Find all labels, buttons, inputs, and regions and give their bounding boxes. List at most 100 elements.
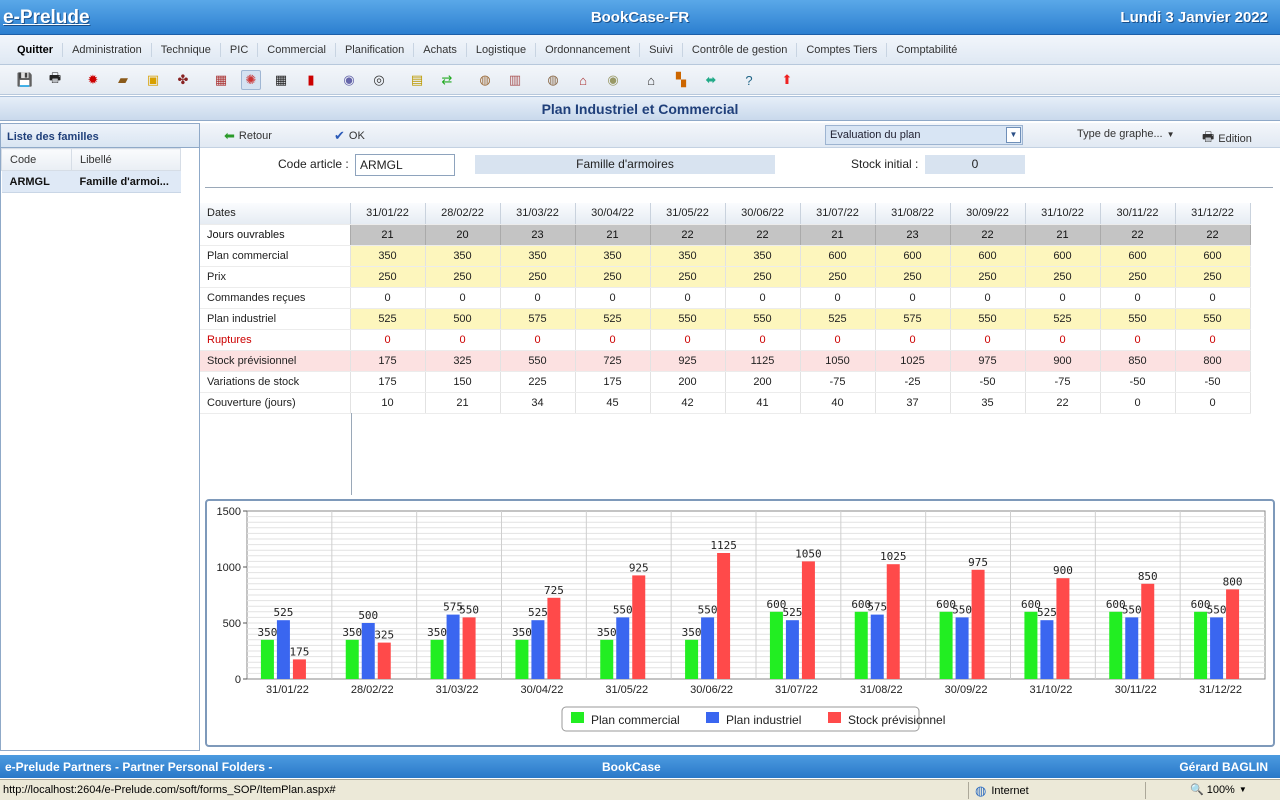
grid-cell[interactable]: 350	[725, 245, 801, 267]
menu-item-7[interactable]: Logistique	[467, 43, 537, 57]
col-code[interactable]: Code	[1, 148, 72, 171]
row-label: Plan commercial	[200, 245, 351, 267]
code-article-input[interactable]: ARMGL	[355, 154, 455, 176]
move-icon[interactable]: ⬌	[701, 70, 721, 90]
grid-cell: 150	[425, 371, 501, 393]
grid-cell[interactable]: 600	[1175, 245, 1251, 267]
menu-item-12[interactable]: Comptabilité	[887, 43, 966, 57]
table-icon[interactable]: ▦	[271, 70, 291, 90]
grid-cell[interactable]: 350	[350, 245, 426, 267]
chevron-down-icon[interactable]: ▼	[1239, 785, 1247, 794]
grid-cell: 0	[800, 329, 876, 351]
grid-cell[interactable]: 525	[350, 308, 426, 330]
factory-icon[interactable]: ⌂	[573, 70, 593, 90]
brown-disc-icon[interactable]: ◍	[543, 70, 563, 90]
yellow-disc-icon[interactable]: ◉	[603, 70, 623, 90]
grid-cell[interactable]: 550	[725, 308, 801, 330]
data-label: 1050	[795, 547, 822, 560]
y-tick-label: 1000	[217, 562, 241, 574]
ok-button[interactable]: ✔ OK	[334, 128, 365, 144]
grid-cell[interactable]: 250	[875, 266, 951, 288]
graph-type-menu[interactable]: Type de graphe... ▼	[1077, 128, 1175, 140]
evaluation-select[interactable]: Evaluation du plan ▼	[825, 125, 1023, 145]
grid-cell[interactable]: 600	[875, 245, 951, 267]
grid-cell[interactable]: 575	[875, 308, 951, 330]
network-icon[interactable]: ✤	[173, 70, 193, 90]
brand-logo[interactable]: e-Prelude	[3, 7, 90, 29]
menu-item-8[interactable]: Ordonnancement	[536, 43, 641, 57]
grid-cell: 10	[350, 392, 426, 414]
eye-icon[interactable]: ◉	[339, 70, 359, 90]
grid-cell[interactable]: 600	[1100, 245, 1176, 267]
grid-cell[interactable]: 600	[1025, 245, 1101, 267]
menu-item-5[interactable]: Planification	[336, 43, 415, 57]
menu-item-2[interactable]: Technique	[152, 43, 221, 57]
table-row[interactable]: ARMGL Famille d'armoi...	[1, 170, 181, 193]
transfer-icon[interactable]: ⇄	[437, 70, 457, 90]
menu-item-3[interactable]: PIC	[221, 43, 259, 57]
grid-cell[interactable]: 250	[1025, 266, 1101, 288]
app-title: BookCase-FR	[590, 9, 690, 26]
grid-cell[interactable]: 525	[1025, 308, 1101, 330]
menu-item-1[interactable]: Administration	[63, 43, 152, 57]
grid-cell[interactable]: 525	[575, 308, 651, 330]
grid-cell[interactable]: 250	[500, 266, 576, 288]
bar-plan-commercial	[515, 639, 529, 679]
book-icon[interactable]: ▰	[113, 70, 133, 90]
menu-item-10[interactable]: Contrôle de gestion	[683, 43, 798, 57]
menu-item-4[interactable]: Commercial	[258, 43, 336, 57]
grid-cell: 0	[950, 329, 1026, 351]
grid-cell[interactable]: 600	[800, 245, 876, 267]
up-arrow-icon[interactable]: ⬆	[777, 70, 797, 90]
grid-cell[interactable]: 250	[350, 266, 426, 288]
grid-cell[interactable]: 250	[725, 266, 801, 288]
target-icon[interactable]: ◎	[369, 70, 389, 90]
help-icon[interactable]: ?	[739, 70, 759, 90]
grid-cell[interactable]: 350	[500, 245, 576, 267]
gear-sun-icon[interactable]: ✺	[241, 70, 261, 90]
print-icon[interactable]: 🖶	[45, 70, 65, 90]
grid-cell[interactable]: 550	[650, 308, 726, 330]
grid-cell[interactable]: 550	[1100, 308, 1176, 330]
grid-cell[interactable]: 600	[950, 245, 1026, 267]
grid-cell[interactable]: 250	[950, 266, 1026, 288]
menu-item-11[interactable]: Comptes Tiers	[797, 43, 888, 57]
home-icon[interactable]: ⌂	[641, 70, 661, 90]
blocks-icon[interactable]: ▚	[671, 70, 691, 90]
bar-plan-industriel	[870, 614, 884, 679]
grid-cell[interactable]: 575	[500, 308, 576, 330]
back-button[interactable]: ⬅ Retour	[224, 128, 272, 144]
folder-a-icon[interactable]: ▣	[143, 70, 163, 90]
menu-item-0[interactable]: Quitter	[8, 43, 64, 57]
zoom-control[interactable]: 🔍 100% ▼	[1190, 783, 1247, 797]
bar-plan-commercial	[1194, 611, 1208, 679]
note-icon[interactable]: ▤	[407, 70, 427, 90]
grid-calc-icon[interactable]: ▦	[211, 70, 231, 90]
menu-item-9[interactable]: Suivi	[640, 43, 683, 57]
grid-cell[interactable]: 350	[650, 245, 726, 267]
grid-cell[interactable]: 350	[575, 245, 651, 267]
grid-cell[interactable]: 525	[800, 308, 876, 330]
edition-button[interactable]: 🖶 Edition	[1202, 128, 1252, 150]
family-label[interactable]: Famille d'armoi...	[71, 170, 181, 193]
grid-cell[interactable]: 550	[1175, 308, 1251, 330]
disc-icon[interactable]: ◍	[475, 70, 495, 90]
grid-cell[interactable]: 250	[425, 266, 501, 288]
grid-cell[interactable]: 250	[1175, 266, 1251, 288]
bug-red-icon[interactable]: ✹	[83, 70, 103, 90]
bar-chart-icon[interactable]: ▮	[301, 70, 321, 90]
menu-item-6[interactable]: Achats	[414, 43, 467, 57]
edition-label: Edition	[1218, 133, 1252, 145]
family-code[interactable]: ARMGL	[1, 170, 72, 193]
chevron-down-icon[interactable]: ▼	[1006, 127, 1021, 143]
grid-cell[interactable]: 350	[425, 245, 501, 267]
grid-cell[interactable]: 550	[950, 308, 1026, 330]
grid-cell[interactable]: 250	[800, 266, 876, 288]
save-icon[interactable]: 💾	[15, 70, 35, 90]
col-label[interactable]: Libellé	[71, 148, 181, 171]
grid-cell[interactable]: 250	[575, 266, 651, 288]
grid-cell[interactable]: 250	[650, 266, 726, 288]
grid-cell[interactable]: 250	[1100, 266, 1176, 288]
grid-cell[interactable]: 500	[425, 308, 501, 330]
calendar-icon[interactable]: ▥	[505, 70, 525, 90]
